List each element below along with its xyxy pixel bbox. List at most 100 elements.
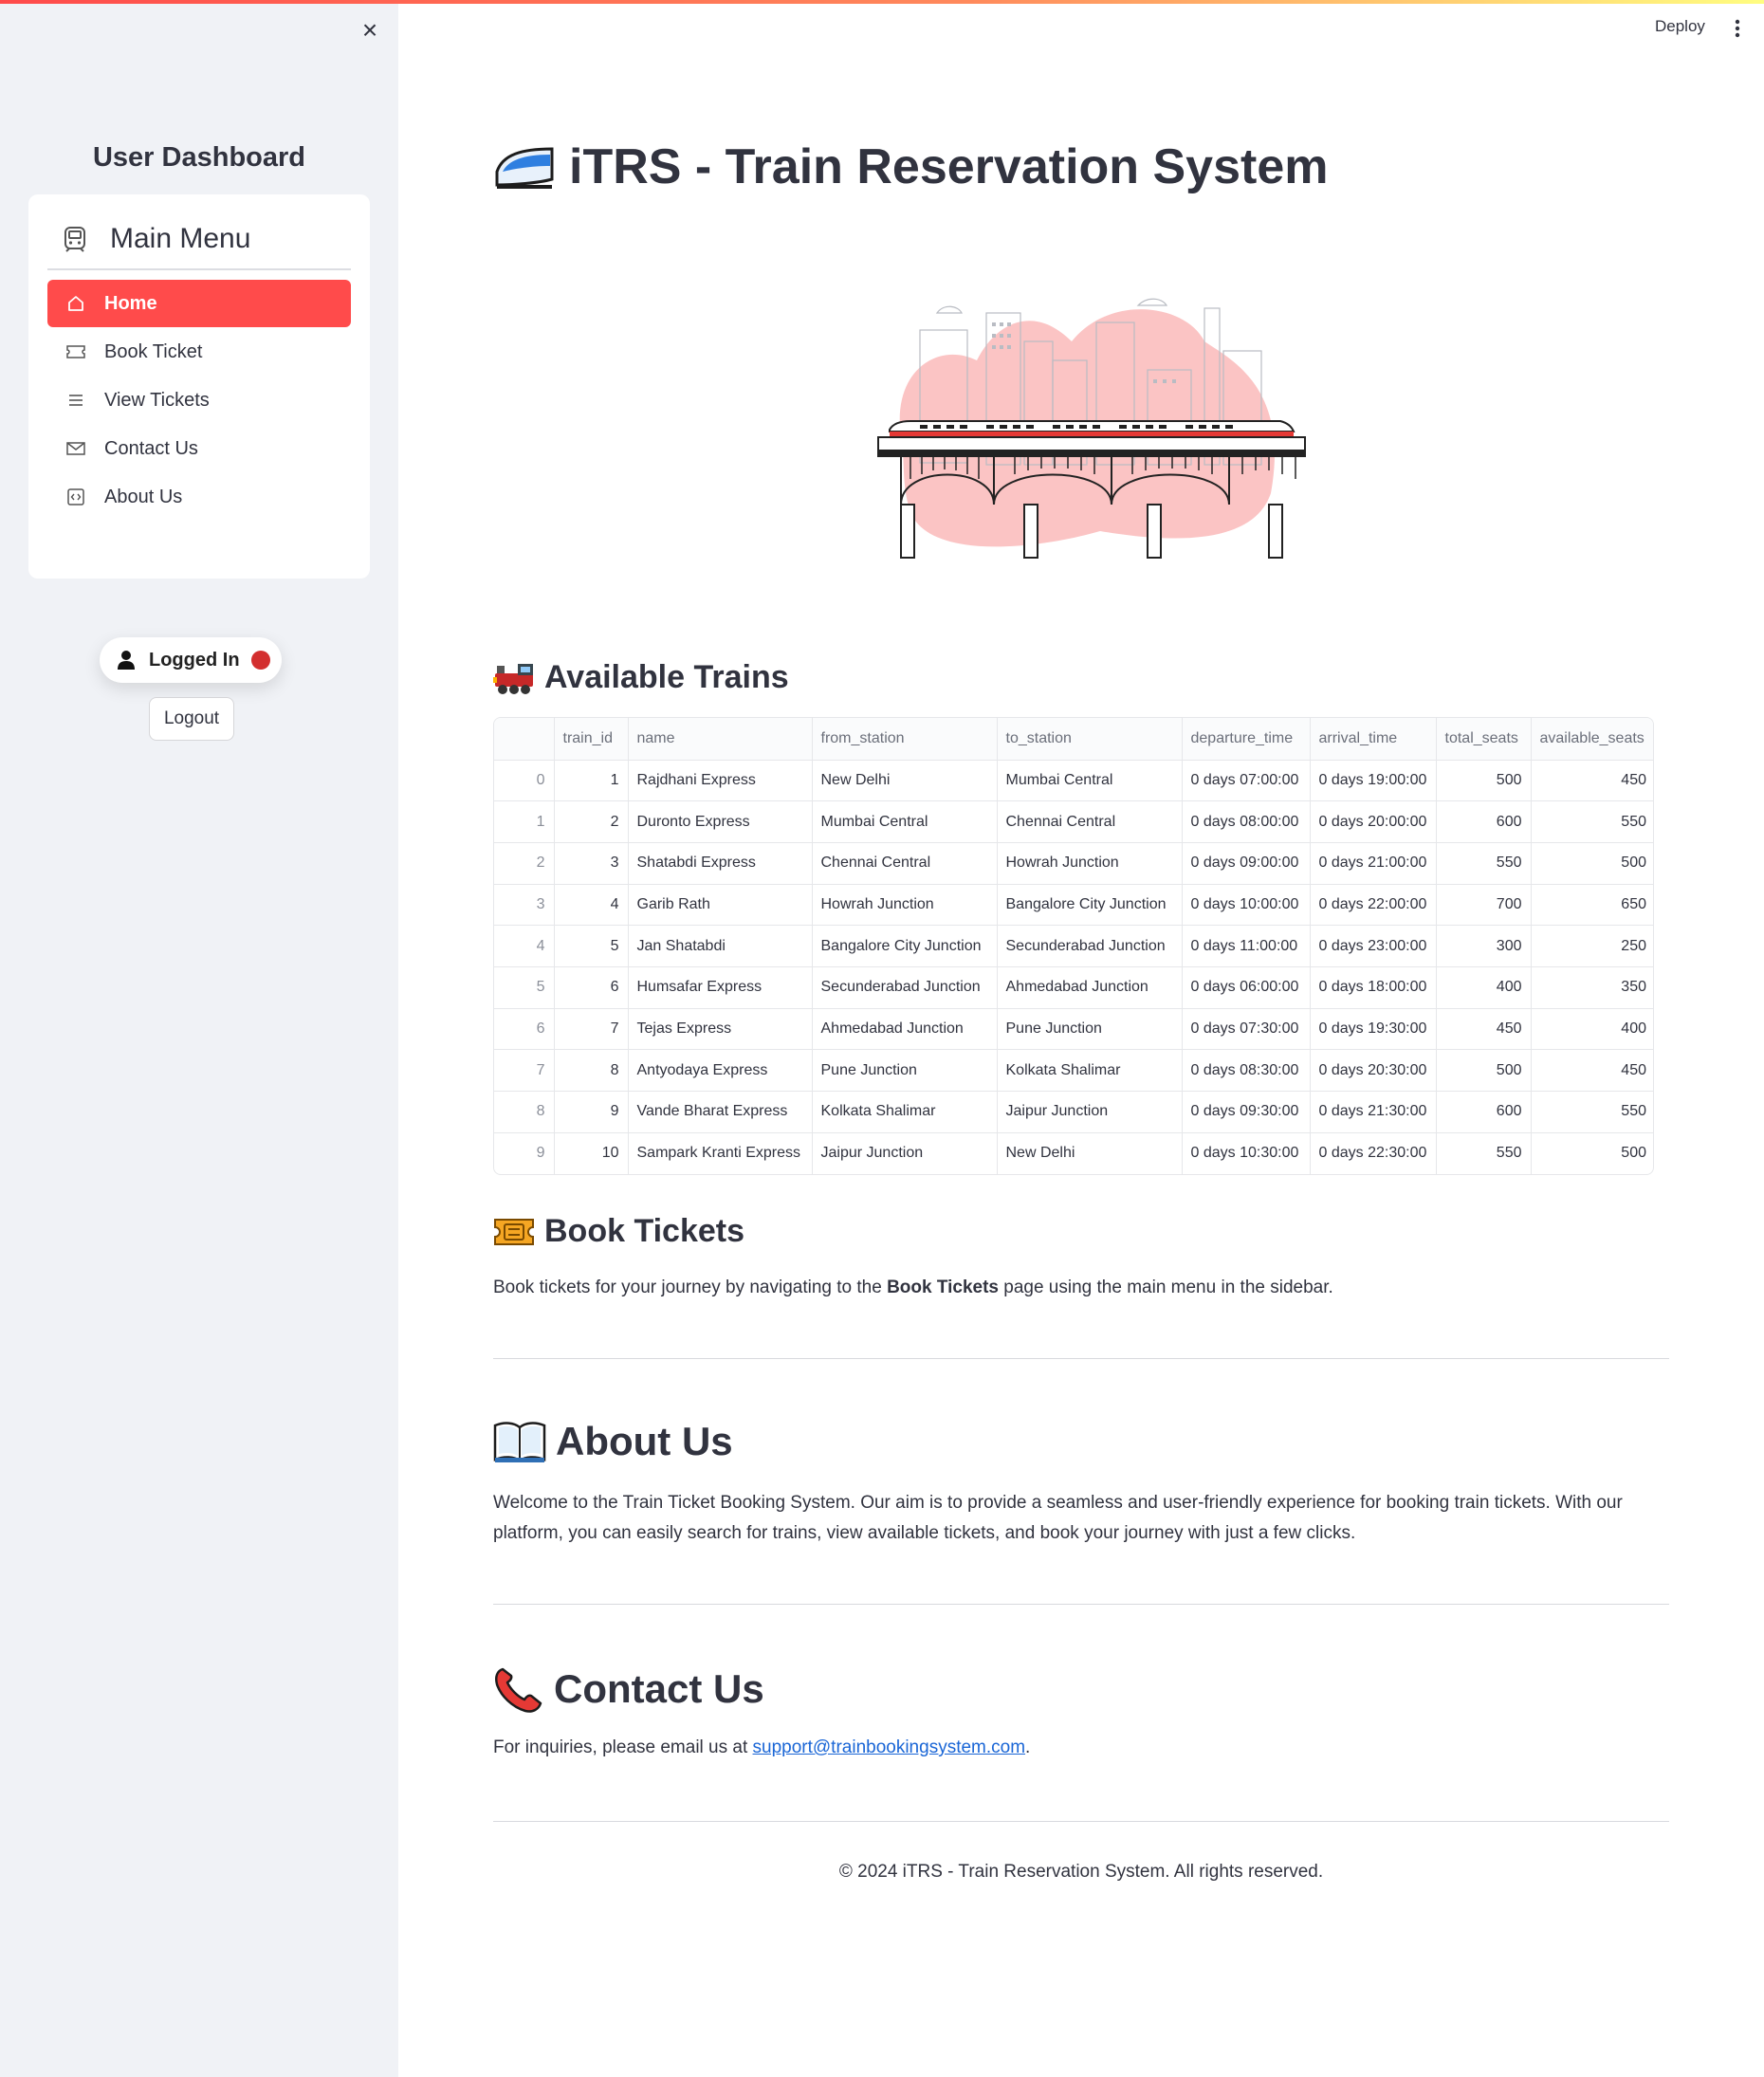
- code-square-icon: [64, 488, 87, 505]
- table-row[interactable]: 1 2 Duronto Express Mumbai Central Chenn…: [494, 800, 1653, 843]
- table-cell: 0 days 10:00:00: [1182, 884, 1311, 927]
- table-cell: 1: [494, 800, 555, 843]
- table-cell: 0 days 19:00:00: [1310, 760, 1437, 802]
- divider: [493, 1604, 1669, 1605]
- menu-item-label: About Us: [104, 486, 183, 507]
- page-title-text: iTRS - Train Reservation System: [569, 139, 1329, 194]
- column-header-name[interactable]: name: [628, 718, 813, 761]
- menu-item-label: View Tickets: [104, 389, 210, 411]
- table-cell: Vande Bharat Express: [628, 1091, 813, 1133]
- table-header-row: train_id name from_station to_station de…: [494, 718, 1653, 761]
- table-cell: 0 days 09:00:00: [1182, 842, 1311, 885]
- table-cell: 550: [1436, 1132, 1532, 1174]
- status-dot-icon: [250, 651, 270, 670]
- open-book-icon: [493, 1422, 546, 1462]
- sidebar: × User Dashboard Main Menu Home Book Tic…: [0, 0, 398, 2077]
- menu-item-home[interactable]: Home: [47, 280, 351, 327]
- column-header-from-station[interactable]: from_station: [812, 718, 998, 761]
- table-cell: 500: [1531, 842, 1653, 885]
- menu-item-about-us[interactable]: About Us: [47, 473, 351, 521]
- table-cell: 10: [554, 1132, 629, 1174]
- table-cell: 0: [494, 760, 555, 802]
- deploy-button[interactable]: Deploy: [1655, 17, 1705, 36]
- table-cell: Pune Junction: [997, 1008, 1183, 1051]
- column-header-train-id[interactable]: train_id: [554, 718, 629, 761]
- column-header-arrival-time[interactable]: arrival_time: [1310, 718, 1437, 761]
- table-cell: 0 days 08:30:00: [1182, 1049, 1311, 1092]
- table-cell: 700: [1436, 884, 1532, 927]
- table-row[interactable]: 9 10 Sampark Kranti Express Jaipur Junct…: [494, 1132, 1653, 1174]
- book-text-bold: Book Tickets: [887, 1277, 999, 1297]
- table-cell: 4: [554, 884, 629, 927]
- table-row[interactable]: 5 6 Humsafar Express Secunderabad Juncti…: [494, 966, 1653, 1009]
- table-cell: 0 days 22:30:00: [1310, 1132, 1437, 1174]
- table-cell: 0 days 10:30:00: [1182, 1132, 1311, 1174]
- book-text-after: page using the main menu in the sidebar.: [998, 1277, 1333, 1297]
- menu-item-book-ticket[interactable]: Book Ticket: [47, 328, 351, 376]
- book-text-before: Book tickets for your journey by navigat…: [493, 1277, 888, 1297]
- table-cell: 0 days 07:00:00: [1182, 760, 1311, 802]
- table-cell: 450: [1436, 1008, 1532, 1051]
- table-row[interactable]: 8 9 Vande Bharat Express Kolkata Shalima…: [494, 1091, 1653, 1133]
- table-row[interactable]: 2 3 Shatabdi Express Chennai Central How…: [494, 842, 1653, 885]
- table-cell: 7: [554, 1008, 629, 1051]
- column-header-available-seats[interactable]: available_seats: [1531, 718, 1653, 761]
- more-options-icon[interactable]: [1732, 17, 1743, 40]
- table-cell: 0 days 21:00:00: [1310, 842, 1437, 885]
- ticket-icon: [64, 345, 87, 358]
- table-row[interactable]: 4 5 Jan Shatabdi Bangalore City Junction…: [494, 925, 1653, 967]
- table-cell: 8: [494, 1091, 555, 1133]
- telephone-receiver-icon: [495, 1667, 542, 1713]
- table-cell: 0 days 08:00:00: [1182, 800, 1311, 843]
- table-cell: Humsafar Express: [628, 966, 813, 1009]
- envelope-icon: [64, 442, 87, 455]
- table-cell: 250: [1531, 925, 1653, 967]
- table-row[interactable]: 3 4 Garib Rath Howrah Junction Bangalore…: [494, 884, 1653, 927]
- table-cell: 0 days 23:00:00: [1310, 925, 1437, 967]
- table-cell: 1: [554, 760, 629, 802]
- table-cell: Sampark Kranti Express: [628, 1132, 813, 1174]
- table-cell: 3: [554, 842, 629, 885]
- table-cell: Tejas Express: [628, 1008, 813, 1051]
- table-cell: 0 days 09:30:00: [1182, 1091, 1311, 1133]
- table-cell: 3: [494, 884, 555, 927]
- menu-item-contact-us[interactable]: Contact Us: [47, 425, 351, 472]
- train-front-icon: [64, 227, 85, 252]
- table-cell: 0 days 20:30:00: [1310, 1049, 1437, 1092]
- table-row[interactable]: 7 8 Antyodaya Express Pune Junction Kolk…: [494, 1049, 1653, 1092]
- table-cell: 0 days 11:00:00: [1182, 925, 1311, 967]
- top-decoration-bar: [0, 0, 1764, 4]
- table-cell: 5: [494, 966, 555, 1009]
- table-cell: 6: [554, 966, 629, 1009]
- column-header-total-seats[interactable]: total_seats: [1436, 718, 1532, 761]
- book-tickets-text: Book tickets for your journey by navigat…: [493, 1273, 1669, 1303]
- page-title: iTRS - Train Reservation System: [493, 138, 1329, 195]
- table-row[interactable]: 6 7 Tejas Express Ahmedabad Junction Pun…: [494, 1008, 1653, 1051]
- table-cell: Kolkata Shalimar: [997, 1049, 1183, 1092]
- table-cell: Duronto Express: [628, 800, 813, 843]
- about-us-text: Welcome to the Train Ticket Booking Syst…: [493, 1493, 1623, 1543]
- contact-us-heading: Contact Us: [493, 1665, 764, 1713]
- close-icon[interactable]: ×: [357, 17, 383, 44]
- table-cell: 7: [494, 1049, 555, 1092]
- table-cell: Chennai Central: [812, 842, 998, 885]
- column-header-to-station[interactable]: to_station: [997, 718, 1183, 761]
- train-bridge-illustration: [877, 298, 1306, 559]
- book-tickets-title: Book Tickets: [544, 1213, 745, 1249]
- trains-table[interactable]: train_id name from_station to_station de…: [493, 717, 1654, 1175]
- table-cell: 500: [1621, 1145, 1646, 1162]
- logout-button[interactable]: Logout: [149, 697, 234, 741]
- column-header-index[interactable]: [494, 718, 555, 761]
- table-cell: 550: [1531, 1091, 1653, 1133]
- about-us-title: About Us: [556, 1419, 733, 1463]
- table-cell: Howrah Junction: [812, 884, 998, 927]
- menu-item-view-tickets[interactable]: View Tickets: [47, 377, 351, 424]
- table-row[interactable]: 0 1 Rajdhani Express New Delhi Mumbai Ce…: [494, 760, 1653, 802]
- menu-item-label: Book Ticket: [104, 340, 203, 362]
- table-cell: 350: [1531, 966, 1653, 1009]
- table-cell: 550: [1531, 800, 1653, 843]
- table-cell: New Delhi: [997, 1132, 1183, 1174]
- column-header-departure-time[interactable]: departure_time: [1182, 718, 1311, 761]
- table-cell: Howrah Junction: [997, 842, 1183, 885]
- support-email-link[interactable]: support@trainbookingsystem.com: [753, 1737, 1026, 1757]
